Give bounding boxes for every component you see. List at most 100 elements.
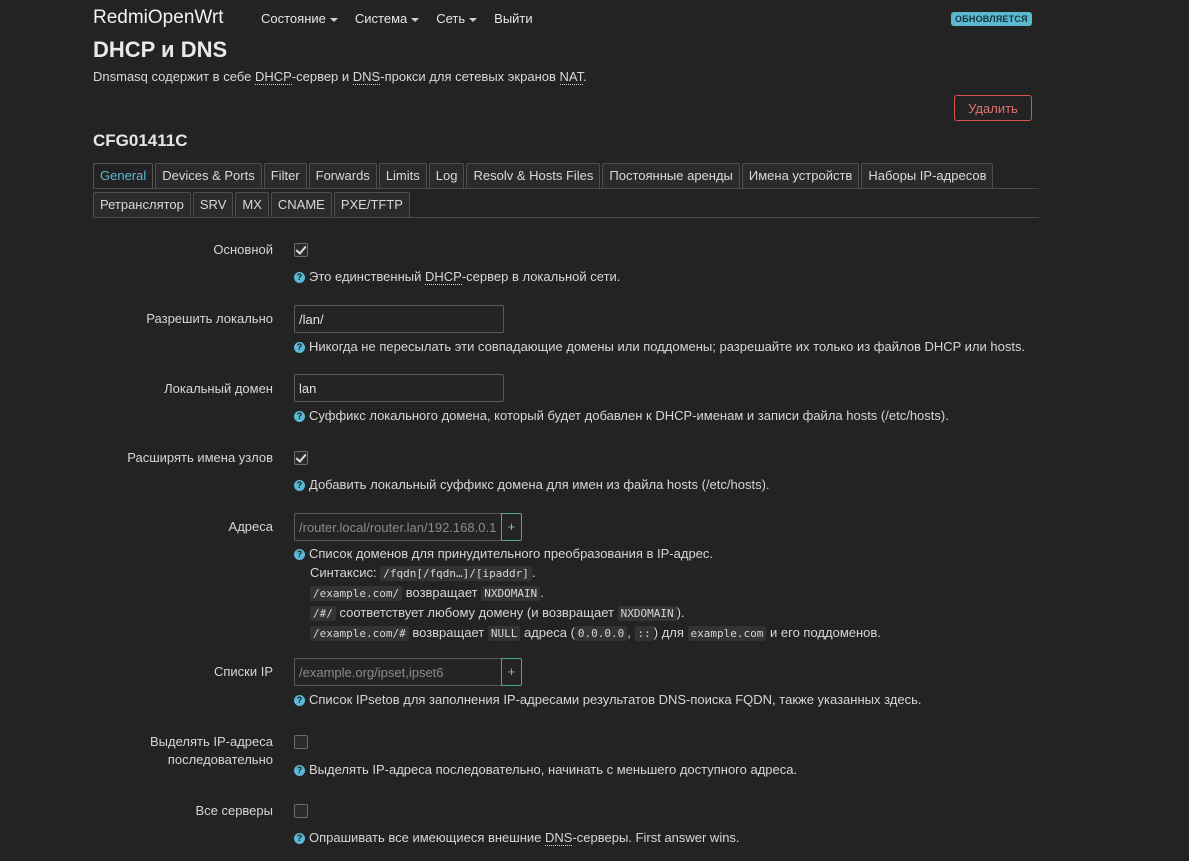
example-line-2: /#/ соответствует любому домену (и возвр… (294, 603, 881, 623)
help-text: -серверы. First answer wins. (572, 830, 740, 845)
example-text: адреса ( (523, 625, 575, 640)
example-code: NXDOMAIN (617, 606, 677, 621)
sequential-label: Выделять IP-адреса последовательно (150, 733, 273, 769)
help-text: Это единственный (309, 269, 425, 284)
tab-limits[interactable]: Limits (378, 163, 427, 188)
address-input[interactable] (294, 513, 502, 541)
desc-text: -сервер и (291, 69, 353, 84)
check-icon (295, 243, 307, 255)
ipset-input[interactable] (294, 658, 502, 686)
help-icon: ? (294, 833, 305, 844)
tab-relay[interactable]: Ретранслятор (93, 192, 191, 217)
tab-log[interactable]: Log (428, 163, 465, 188)
help-abbr-dns: DNS (545, 830, 573, 846)
allservers-label: Все серверы (195, 803, 273, 818)
nav-network[interactable]: Сеть (436, 11, 478, 26)
help-text: Список доменов для принудительного преоб… (309, 546, 714, 561)
tab-devices-ports[interactable]: Devices & Ports (155, 163, 262, 188)
help-text: Добавить локальный суффикс домена для им… (309, 477, 770, 492)
tab-cname[interactable]: CNAME (270, 192, 332, 217)
example-line-1: /example.com/ возвращает NXDOMAIN. (294, 583, 881, 603)
tab-general[interactable]: General (93, 163, 154, 188)
help-text: Выделять IP-адреса последовательно, начи… (309, 762, 798, 777)
desc-abbr-dns: DNS (352, 69, 381, 85)
delete-button[interactable]: Удалить (954, 95, 1032, 121)
tab-bar-row-2: Ретранслятор SRV MX CNAME PXE/TFTP (93, 192, 1039, 218)
tab-resolv-hosts[interactable]: Resolv & Hosts Files (466, 163, 601, 188)
ipset-label: Списки IP (213, 664, 273, 679)
example-text: возвращает (405, 585, 478, 600)
authoritative-help: ? Это единственный DHCP-сервер в локально… (294, 267, 620, 286)
address-add-button[interactable]: + (501, 513, 522, 541)
help-text: Список IPsetов для заполнения IP-адресам… (309, 692, 922, 707)
section-title: CFG01411C (93, 131, 188, 150)
sequential-label-line-2: последовательно (167, 752, 273, 767)
top-bar: RedmiOpenWrt Состояние Система Сеть Выйт… (0, 0, 1189, 36)
address-label: Адреса (228, 519, 273, 534)
help-icon: ? (294, 480, 305, 491)
ipset-add-button[interactable]: + (501, 658, 522, 686)
syntax-code: /fqdn[/fqdn…]/[ipaddr] (380, 566, 532, 581)
example-text: ). (676, 605, 685, 620)
nav-status[interactable]: Состояние (261, 11, 338, 26)
help-icon: ? (294, 765, 305, 776)
allservers-checkbox[interactable] (294, 804, 308, 818)
allservers-help: ? Опрашивать все имеющиеся внешние DNS-се… (294, 828, 740, 847)
chevron-down-icon (329, 17, 338, 22)
help-icon: ? (294, 272, 305, 283)
help-icon: ? (294, 549, 305, 560)
check-icon (295, 451, 307, 463)
local-input[interactable] (294, 305, 504, 333)
brand-logo[interactable]: RedmiOpenWrt (93, 7, 224, 29)
local-help: ? Никогда не пересылать эти совпадающие д… (294, 337, 1025, 356)
example-text: возвращает (412, 625, 485, 640)
example-code: 0.0.0.0 (574, 626, 628, 641)
domain-help: ? Суффикс локального домена, который буде… (294, 406, 949, 425)
authoritative-checkbox[interactable] (294, 243, 308, 257)
help-icon: ? (294, 342, 305, 353)
tab-filter[interactable]: Filter (263, 163, 307, 188)
example-text: и его поддоменов. (770, 625, 881, 640)
tab-forwards[interactable]: Forwards (308, 163, 377, 188)
local-label: Разрешить локально (146, 311, 273, 326)
tab-srv[interactable]: SRV (192, 192, 234, 217)
page-description: Dnsmasq содержит в себе DHCP-сервер и DN… (93, 69, 587, 85)
page-title: DHCP и DNS (93, 37, 228, 62)
status-badge[interactable]: ОБНОВЛЯЕТСЯ (951, 12, 1032, 26)
nav-system[interactable]: Система (355, 11, 420, 26)
tab-static-leases[interactable]: Постоянные аренды (602, 163, 740, 188)
sequential-checkbox[interactable] (294, 735, 308, 749)
main-nav: Состояние Система Сеть Выйти (261, 11, 550, 26)
tab-ipsets[interactable]: Наборы IP-адресов (861, 163, 994, 188)
tab-bar-row-1: General Devices & Ports Filter Forwards … (93, 163, 1039, 189)
help-text: -сервер в локальной сети. (461, 269, 621, 284)
nav-network-label: Сеть (436, 11, 466, 26)
domain-input[interactable] (294, 374, 504, 402)
example-code: /example.com/ (310, 586, 403, 601)
tab-mx[interactable]: MX (235, 192, 269, 217)
example-text: соответствует любому домену (и возвращае… (339, 605, 614, 620)
ipset-help: ? Список IPsetов для заполнения IP-адреса… (294, 690, 921, 709)
authoritative-label: Основной (213, 242, 273, 257)
help-icon: ? (294, 695, 305, 706)
tab-pxe-tftp[interactable]: PXE/TFTP (333, 192, 410, 217)
desc-abbr-nat: NAT (559, 69, 584, 85)
example-line-3: /example.com/# возвращает NULL адреса (0… (294, 623, 881, 643)
example-code: NULL (487, 626, 521, 641)
chevron-down-icon (469, 17, 478, 22)
nav-status-label: Состояние (261, 11, 326, 26)
desc-abbr-dhcp: DHCP (254, 69, 292, 85)
desc-text: . (583, 69, 587, 84)
syntax-line: Синтаксис: /fqdn[/fqdn…]/[ipaddr]. (310, 565, 536, 581)
sequential-label-line-1: Выделять IP-адреса (150, 734, 273, 749)
expandhosts-checkbox[interactable] (294, 451, 308, 465)
address-help: ? Список доменов для принудительного прео… (294, 544, 881, 643)
nav-logout[interactable]: Выйти (494, 11, 533, 26)
domain-label: Локальный домен (164, 381, 273, 396)
example-text: , (627, 625, 631, 640)
help-text: Никогда не пересылать эти совпадающие до… (309, 339, 1026, 354)
expandhosts-label: Расширять имена узлов (127, 450, 273, 465)
example-code: /example.com/# (310, 626, 409, 641)
sequential-help: ? Выделять IP-адреса последовательно, нач… (294, 760, 797, 779)
tab-hostnames[interactable]: Имена устройств (741, 163, 860, 188)
